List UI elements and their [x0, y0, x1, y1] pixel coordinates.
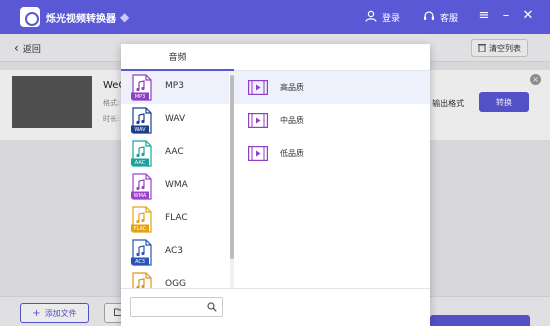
quality-option[interactable]: 高品质 [234, 71, 430, 104]
format-item-wav[interactable]: WAV WAV [121, 104, 229, 137]
tab-audio[interactable]: 音频 [121, 44, 234, 71]
format-badge-text: AC3 [135, 259, 145, 265]
quality-label: 高品质 [280, 83, 304, 92]
format-label: OGG [165, 279, 187, 288]
search-box[interactable] [130, 297, 223, 317]
format-item-flac[interactable]: FLAC FLAC [121, 203, 229, 236]
service-label: 客服 [440, 13, 459, 24]
ac3-file-icon: AC3 [131, 239, 153, 266]
format-badge-text: WAV [134, 127, 146, 133]
aac-file-icon: AAC [131, 140, 153, 167]
user-icon [364, 10, 378, 24]
minimize-icon[interactable]: – [498, 8, 514, 24]
quality-label: 中品质 [280, 116, 304, 125]
format-item-ac3[interactable]: AC3 AC3 [121, 236, 229, 269]
format-badge-text: WMA [134, 193, 147, 199]
video-quality-icon [248, 146, 268, 162]
flac-file-icon: FLAC [131, 206, 153, 233]
login-label: 登录 [382, 13, 401, 24]
format-badge-text: AAC [135, 160, 146, 166]
video-quality-icon [248, 80, 268, 96]
format-list: MP3 MP3 WAV WAV AAC AAC WMA WMA FLAC FLAC AC3 AC3 OG… [121, 71, 234, 288]
format-label: AAC [165, 147, 184, 157]
quality-option[interactable]: 中品质 [234, 104, 430, 137]
login-button[interactable]: 登录 [364, 10, 400, 24]
format-item-aac[interactable]: AAC AAC [121, 137, 229, 170]
customer-service-button[interactable]: 客服 [422, 10, 458, 24]
format-label: AC3 [165, 246, 184, 256]
popup-footer [121, 288, 430, 326]
format-item-mp3[interactable]: MP3 MP3 [121, 71, 229, 104]
search-icon[interactable] [207, 302, 217, 312]
menu-icon[interactable]: ≡ [476, 8, 492, 24]
format-item-wma[interactable]: WMA WMA [121, 170, 229, 203]
format-label: FLAC [165, 213, 188, 223]
headset-icon [422, 10, 436, 24]
format-label: WAV [165, 114, 186, 124]
quality-option[interactable]: 低品质 [234, 137, 430, 170]
close-window-icon[interactable]: ✕ [520, 8, 536, 24]
vip-diamond-icon[interactable]: ◆ [120, 10, 134, 24]
quality-label: 低品质 [280, 149, 304, 158]
title-bar: 烁光视频转换器 ◆ 登录 客服 ≡ – ✕ [0, 0, 550, 34]
format-badge-text: MP3 [135, 94, 146, 100]
video-quality-icon [248, 113, 268, 129]
format-label: WMA [165, 180, 188, 190]
format-popup: 音频 MP3 MP3 WAV WAV AAC AAC WMA WMA FLAC FLAC AC3 AC… [121, 44, 430, 326]
format-item-ogg[interactable]: OGG OGG [121, 269, 229, 288]
app-logo-icon [20, 7, 40, 27]
wav-file-icon: WAV [131, 107, 153, 134]
wma-file-icon: WMA [131, 173, 153, 200]
format-badge-text: FLAC [134, 226, 147, 232]
mp3-file-icon: MP3 [131, 74, 153, 101]
ogg-file-icon: OGG [131, 272, 153, 288]
format-label: MP3 [165, 81, 184, 91]
search-input[interactable] [135, 300, 203, 314]
app-title: 烁光视频转换器 [46, 14, 116, 25]
popup-tabs: 音频 [121, 44, 430, 71]
